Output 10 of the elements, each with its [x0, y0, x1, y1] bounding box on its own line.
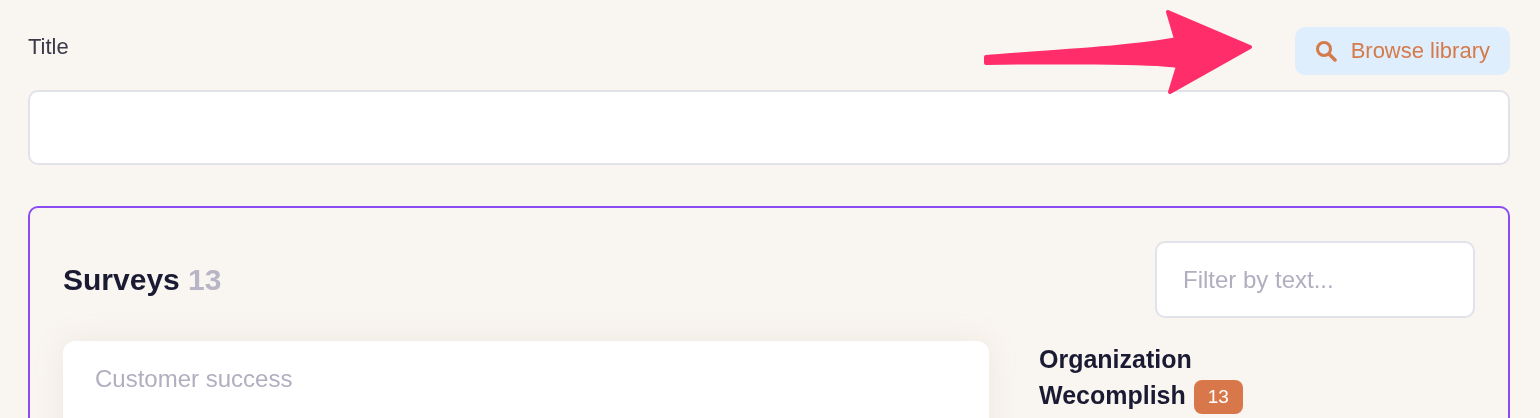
search-icon [1314, 40, 1337, 62]
filter-field[interactable]: Filter by text... [1155, 241, 1475, 318]
survey-card[interactable]: Customer success [63, 341, 989, 418]
survey-category: Customer success [95, 365, 293, 392]
browse-library-button[interactable]: Browse library [1294, 27, 1510, 75]
organization-name: Organization Wecomplish 13 [1039, 341, 1279, 418]
title-input-field[interactable] [28, 90, 1510, 165]
field-label: Title [28, 34, 69, 60]
count-badge: 13 [1193, 380, 1243, 415]
surveys-heading: Surveys 13 [63, 262, 222, 297]
